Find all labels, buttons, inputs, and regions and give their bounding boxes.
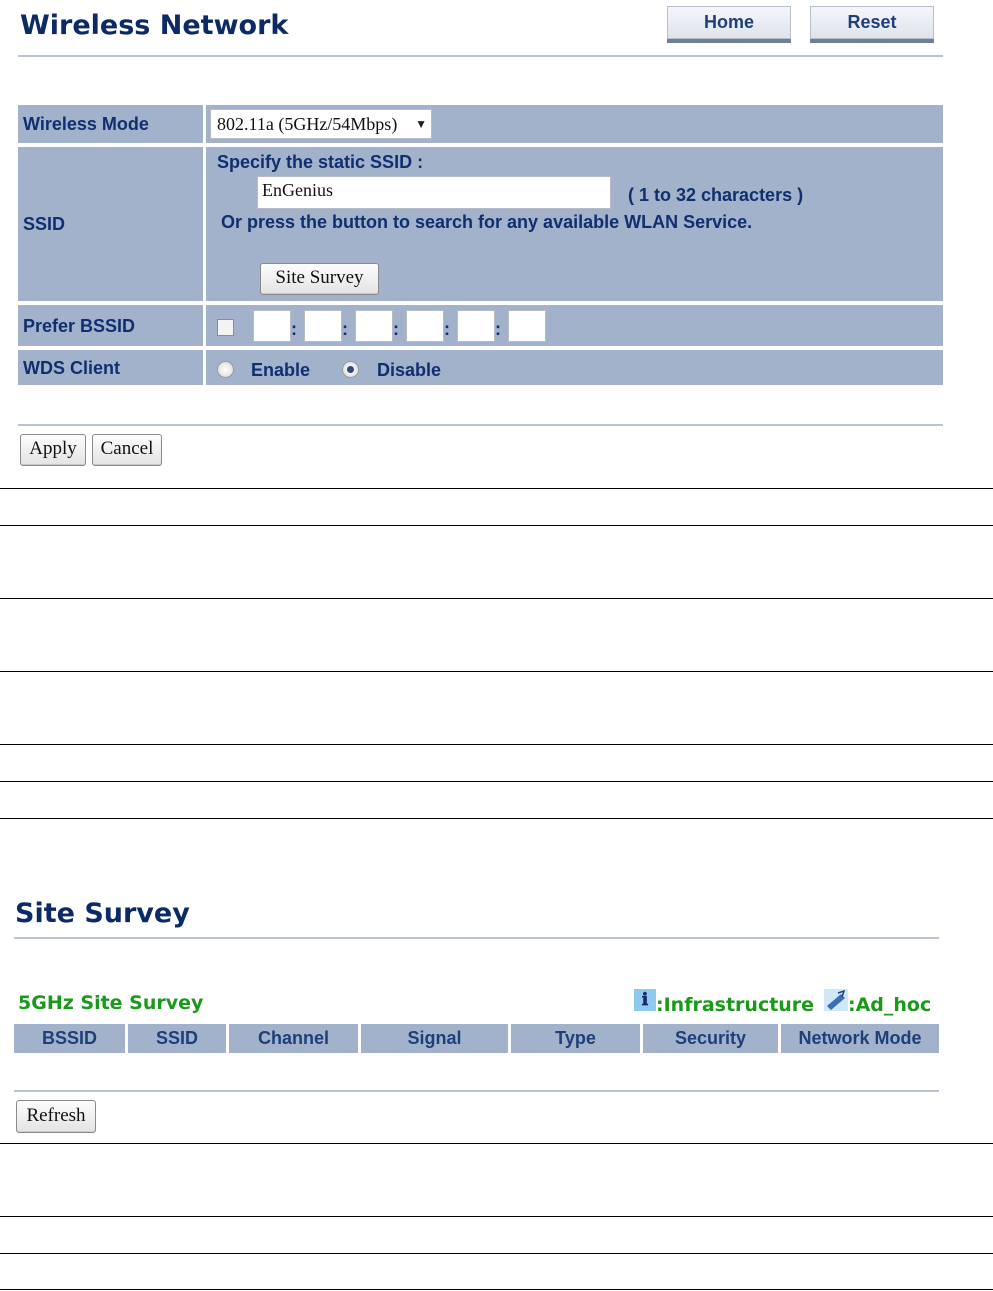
bssid-separator: : [342, 319, 348, 339]
wds-enable-radio[interactable] [217, 361, 234, 378]
form-divider [18, 424, 943, 426]
prefer-bssid-row: Prefer BSSID : : : : : [18, 305, 943, 346]
bssid-separator: : [393, 319, 399, 339]
survey-divider [14, 1090, 939, 1092]
table-line [0, 525, 993, 526]
apply-button[interactable]: Apply [20, 434, 86, 466]
bssid-separator: : [444, 319, 450, 339]
table-line [0, 781, 993, 782]
ssid-input[interactable]: EnGenius [257, 176, 611, 209]
chevron-down-icon: ▼ [415, 117, 427, 131]
table-line [0, 1289, 993, 1290]
column-header-security: Security [643, 1024, 778, 1053]
column-header-ssid: SSID [128, 1024, 226, 1053]
table-line [0, 1253, 993, 1254]
ssid-input-value: EnGenius [262, 180, 333, 200]
column-header-network-mode: Network Mode [781, 1024, 939, 1053]
ssid-label-cell: SSID [18, 147, 206, 301]
legend-infrastructure: :Infrastructure [656, 994, 815, 1016]
table-line [0, 818, 993, 819]
table-line [0, 488, 993, 489]
cancel-button[interactable]: Cancel [92, 434, 162, 466]
bssid-octet-4[interactable] [406, 310, 444, 342]
wireless-mode-value: 802.11a (5GHz/54Mbps) [217, 114, 398, 134]
wds-enable-label: Enable [251, 360, 311, 380]
wds-disable-radio[interactable] [342, 361, 359, 378]
legend-ad-hoc: :Ad_hoc [848, 994, 932, 1016]
ssid-hint: ( 1 to 32 characters ) [628, 185, 804, 205]
bssid-octet-2[interactable] [304, 310, 342, 342]
survey-subtitle: 5GHz Site Survey [18, 992, 204, 1014]
column-header-bssid: BSSID [14, 1024, 125, 1053]
wds-client-row: WDS Client Enable Disable [18, 350, 943, 385]
ssid-row: SSID Specify the static SSID : EnGenius … [18, 147, 943, 301]
wireless-mode-label: Wireless Mode [23, 114, 149, 134]
table-line [0, 1216, 993, 1217]
wds-disable-label: Disable [377, 360, 442, 380]
bssid-octet-6[interactable] [508, 310, 546, 342]
bssid-separator: : [495, 319, 501, 339]
table-line [0, 598, 993, 599]
bssid-octet-1[interactable] [253, 310, 291, 342]
wireless-mode-label-cell: Wireless Mode [18, 105, 206, 143]
ssid-specify-text: Specify the static SSID : [217, 152, 424, 172]
column-header-type: Type [511, 1024, 640, 1053]
reset-button[interactable]: Reset [810, 6, 934, 39]
ssid-or-text: Or press the button to search for any av… [221, 212, 753, 232]
title-divider [18, 55, 943, 57]
wireless-mode-row: Wireless Mode 802.11a (5GHz/54Mbps) ▼ [18, 105, 943, 143]
prefer-bssid-checkbox[interactable] [217, 319, 234, 336]
wds-client-label: WDS Client [23, 358, 120, 378]
home-button[interactable]: Home [667, 6, 791, 39]
refresh-button[interactable]: Refresh [16, 1100, 96, 1133]
bssid-octet-5[interactable] [457, 310, 495, 342]
column-header-signal: Signal [361, 1024, 508, 1053]
survey-title-divider [14, 937, 939, 939]
prefer-bssid-label-cell: Prefer BSSID [18, 305, 206, 346]
ad-hoc-icon [824, 989, 848, 1011]
bssid-octet-3[interactable] [355, 310, 393, 342]
prefer-bssid-label: Prefer BSSID [23, 316, 136, 336]
column-header-channel: Channel [229, 1024, 358, 1053]
table-line [0, 1143, 993, 1144]
wds-client-label-cell: WDS Client [18, 350, 206, 385]
infrastructure-icon: ℹ [634, 989, 656, 1011]
ssid-label: SSID [23, 214, 66, 234]
site-survey-button[interactable]: Site Survey [260, 263, 379, 295]
site-survey-title: Site Survey [15, 898, 190, 929]
table-line [0, 671, 993, 672]
page-title: Wireless Network [20, 10, 289, 41]
bssid-separator: : [291, 319, 297, 339]
table-line [0, 744, 993, 745]
wireless-mode-select[interactable]: 802.11a (5GHz/54Mbps) ▼ [210, 109, 432, 139]
